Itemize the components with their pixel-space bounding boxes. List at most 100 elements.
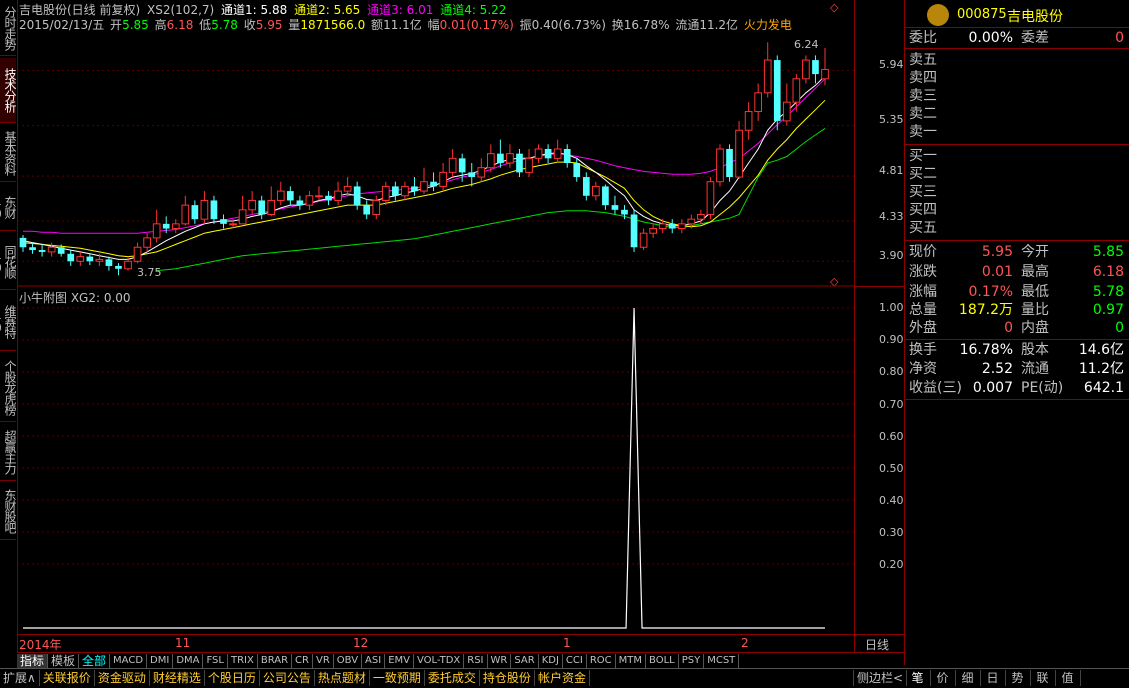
side-tab-6[interactable]: 值 — [1055, 670, 1081, 686]
max-price-annotation: 6.24 — [794, 38, 819, 51]
function-button-8[interactable]: 委托成交 — [425, 670, 480, 686]
indicator-dmi[interactable]: DMI — [147, 654, 174, 668]
vtab-time-share[interactable]: 分时走势 — [0, 0, 17, 56]
candle-body-down — [353, 186, 361, 206]
side-tab-3[interactable]: 日 — [980, 670, 1006, 686]
buy2-label: 买二 — [909, 166, 937, 182]
indicator-trix[interactable]: TRIX — [228, 654, 258, 668]
vtab-dongcai10[interactable]: 东财10 — [0, 184, 17, 231]
sell2-label: 卖二 — [909, 106, 937, 122]
candle-body-down — [325, 195, 332, 201]
function-button-3[interactable]: 财经精选 — [150, 670, 205, 686]
function-button-5[interactable]: 公司公告 — [260, 670, 315, 686]
candle-body-up — [763, 59, 772, 94]
indicator-kdj[interactable]: KDJ — [539, 654, 563, 668]
indicator-mtm[interactable]: MTM — [616, 654, 647, 668]
vtab-technical-analysis[interactable]: 技术分析 — [0, 58, 17, 123]
function-button-4[interactable]: 个股日历 — [205, 670, 260, 686]
chart-area[interactable]: 吉电股份(日线 前复权) XS2(102,7) 通道1: 5.88 通道2: 5… — [17, 0, 854, 652]
stock-code: 000875 — [957, 7, 1007, 22]
indicator-tab-template[interactable]: 模板 — [48, 654, 80, 668]
order-ratio-label: 委比 — [909, 30, 937, 46]
buy1-row[interactable]: 买一 — [907, 146, 1128, 166]
indicator-vr[interactable]: VR — [313, 654, 334, 668]
net-assets-value: 2.52 — [981, 361, 1013, 377]
indicator-sar[interactable]: SAR — [511, 654, 539, 668]
side-tab-2[interactable]: 细 — [955, 670, 981, 686]
indicator-emv[interactable]: EMV — [385, 654, 414, 668]
function-button-1[interactable]: 关联报价 — [40, 670, 95, 686]
side-tab-1[interactable]: 价 — [930, 670, 956, 686]
indicator-macd[interactable]: MACD — [110, 654, 148, 668]
side-tab-0[interactable]: 笔 — [905, 670, 931, 686]
vtab-super-main-force[interactable]: 超赢主力 — [0, 424, 17, 481]
vtab-weisaite10[interactable]: 维赛特10 — [0, 292, 17, 351]
indicator-tab-all[interactable]: 全部 — [79, 654, 111, 668]
buy4-row[interactable]: 买四 — [907, 200, 1128, 220]
indicator-wr[interactable]: WR — [488, 654, 512, 668]
indicator-fsl[interactable]: FSL — [203, 654, 228, 668]
price-axis: 5.94 5.35 4.81 4.33 3.90 1.00 0.90 0.80 … — [854, 0, 905, 665]
candle-body-down — [258, 200, 266, 215]
side-tab-4[interactable]: 势 — [1005, 670, 1031, 686]
function-button-7[interactable]: 一致预期 — [370, 670, 425, 686]
sell5-row[interactable]: 卖五 — [907, 50, 1128, 70]
indicator-boll[interactable]: BOLL — [646, 654, 679, 668]
vtab-dongcai-forum[interactable]: 东财股吧 — [0, 483, 17, 540]
buy3-row[interactable]: 买三 — [907, 182, 1128, 202]
price-value: 5.95 — [981, 244, 1013, 260]
indicator-dma[interactable]: DMA — [173, 654, 204, 668]
sell1-row[interactable]: 卖一 — [907, 122, 1128, 142]
sell4-row[interactable]: 卖四 — [907, 68, 1128, 88]
buy2-row[interactable]: 买二 — [907, 164, 1128, 184]
indicator-mcst[interactable]: MCST — [704, 654, 740, 668]
change-value: 0.01 — [981, 264, 1013, 280]
function-button-10[interactable]: 帐户资金 — [535, 670, 590, 686]
outer-volume-value: 0 — [1004, 320, 1013, 336]
indicator-voltdx[interactable]: VOL-TDX — [414, 654, 465, 668]
indicator-psy[interactable]: PSY — [679, 654, 705, 668]
candle-body-down — [468, 172, 476, 178]
side-tab-5[interactable]: 联 — [1030, 670, 1056, 686]
candle-body-down — [611, 205, 619, 210]
function-button-0[interactable]: 扩展∧ — [0, 670, 40, 686]
candle-body-up — [267, 199, 276, 215]
candle-body-up — [792, 78, 801, 103]
function-button-9[interactable]: 持仓股份 — [480, 670, 535, 686]
vtab-dragon-tiger-list[interactable]: 个股龙虎榜 — [0, 353, 17, 422]
indicator-cci[interactable]: CCI — [563, 654, 587, 668]
indicator-obv[interactable]: OBV — [334, 654, 363, 668]
net-assets-label: 净资 — [909, 361, 937, 377]
candle-body-down — [602, 186, 609, 206]
kline-chart[interactable] — [17, 0, 854, 652]
candle-body-down — [812, 60, 819, 75]
order-ratio-row: 委比 0.00% 委差 0 — [907, 28, 1128, 48]
candle-body-up — [76, 256, 85, 262]
price-tick: 4.33 — [879, 210, 904, 223]
today-open-value: 5.85 — [1092, 244, 1124, 260]
candle-body-up — [305, 195, 314, 206]
indicator-brar[interactable]: BRAR — [258, 654, 293, 668]
candle-body-down — [563, 148, 571, 164]
candle-body-up — [525, 157, 533, 173]
indicator-cr[interactable]: CR — [292, 654, 313, 668]
indicator-tab-zhibiao[interactable]: 指标 — [17, 654, 49, 668]
indicator-asi[interactable]: ASI — [362, 654, 386, 668]
side-panel-toggle[interactable]: 侧边栏< — [853, 670, 907, 686]
candle-body-down — [86, 256, 94, 262]
buy5-row[interactable]: 买五 — [907, 218, 1128, 238]
candle-body-up — [248, 199, 256, 211]
indicator-roc[interactable]: ROC — [587, 654, 616, 668]
quote-row: 收益(三) 0.007 PE(动) 642.1 — [907, 378, 1128, 398]
candle-body-up — [238, 209, 247, 225]
period-label[interactable]: 日线 — [865, 636, 889, 653]
candle-body-up — [649, 228, 657, 234]
sell2-row[interactable]: 卖二 — [907, 104, 1128, 124]
vtab-basic-info[interactable]: 基本资料 — [0, 125, 17, 182]
stock-name: 吉电股份 — [1007, 9, 1063, 25]
indicator-rsi[interactable]: RSI — [464, 654, 488, 668]
function-button-6[interactable]: 热点题材 — [315, 670, 370, 686]
vtab-tonghuashun10[interactable]: 同花顺10 — [0, 233, 17, 290]
sell3-row[interactable]: 卖三 — [907, 86, 1128, 106]
function-button-2[interactable]: 资金驱动 — [95, 670, 150, 686]
